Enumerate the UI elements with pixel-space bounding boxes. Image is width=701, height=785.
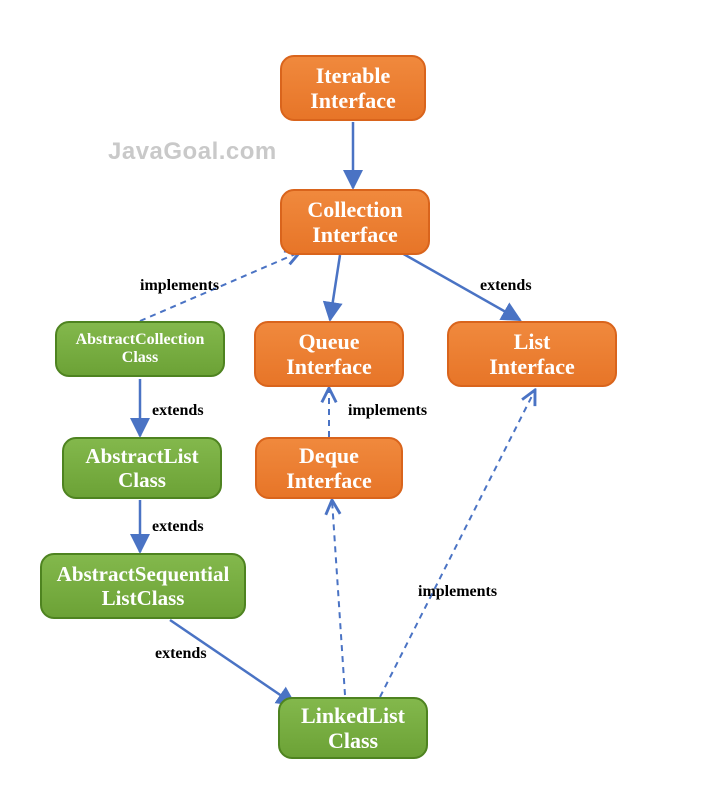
node-line2: Interface [489, 354, 575, 379]
node-list-interface: List Interface [447, 321, 617, 387]
watermark: JavaGoal.com [108, 138, 277, 166]
node-abstractlist-class: AbstractList Class [62, 437, 222, 499]
node-iterable-interface: Iterable Interface [280, 55, 426, 121]
node-line1: List [514, 329, 551, 354]
label-extends: extends [155, 645, 207, 663]
node-line1: AbstractSequential [57, 562, 230, 586]
node-queue-interface: Queue Interface [254, 321, 404, 387]
node-line2: ListClass [102, 586, 185, 610]
node-line2: Class [122, 349, 158, 367]
node-line1: Deque [299, 443, 359, 468]
node-line2: Class [118, 468, 166, 492]
node-line2: Class [328, 728, 378, 753]
node-linkedlist-class: LinkedList Class [278, 697, 428, 759]
node-collection-interface: Collection Interface [280, 189, 430, 255]
node-line1: Iterable [316, 63, 391, 88]
node-deque-interface: Deque Interface [255, 437, 403, 499]
node-line1: LinkedList [301, 703, 405, 728]
node-line2: Interface [286, 468, 372, 493]
node-abstractsequentiallist-class: AbstractSequential ListClass [40, 553, 246, 619]
node-abstractcollection-class: AbstractCollection Class [55, 321, 225, 377]
node-line1: Collection [307, 197, 402, 222]
node-line2: Interface [312, 222, 398, 247]
label-implements: implements [348, 402, 427, 420]
node-line1: AbstractCollection [76, 331, 205, 349]
label-extends: extends [152, 518, 204, 536]
label-implements: implements [418, 583, 497, 601]
node-line1: Queue [298, 329, 359, 354]
node-line1: AbstractList [85, 444, 198, 468]
label-implements: implements [140, 277, 219, 295]
node-line2: Interface [310, 88, 396, 113]
node-line2: Interface [286, 354, 372, 379]
label-extends: extends [152, 402, 204, 420]
label-extends: extends [480, 277, 532, 295]
